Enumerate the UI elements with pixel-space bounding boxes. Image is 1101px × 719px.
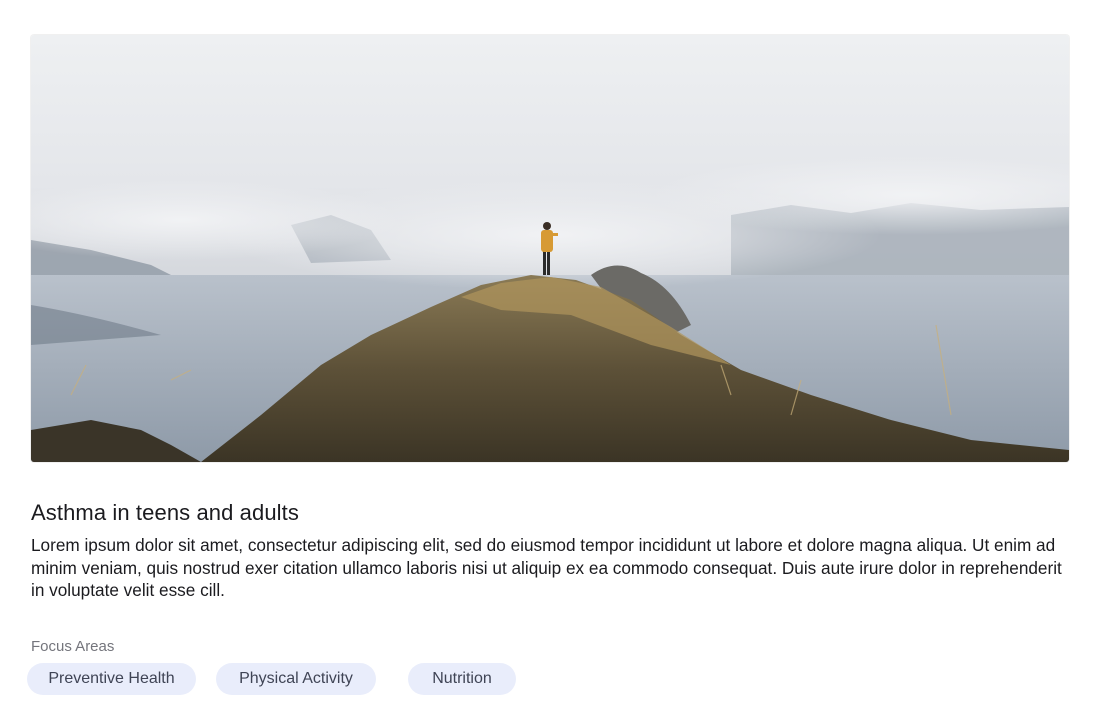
chip-preventive-health[interactable]: Preventive Health: [27, 663, 196, 695]
chip-physical-activity[interactable]: Physical Activity: [216, 663, 376, 695]
card-description: Lorem ipsum dolor sit amet, consectetur …: [31, 535, 1062, 600]
hero-image: [31, 35, 1069, 462]
chip-nutrition[interactable]: Nutrition: [408, 663, 516, 695]
card-title: Asthma in teens and adults: [31, 500, 299, 525]
hero-landscape-illustration: [31, 35, 1069, 462]
focus-areas-label: Focus Areas: [31, 638, 115, 655]
content-card: Asthma in teens and adults Lorem ipsum d…: [0, 0, 1101, 719]
